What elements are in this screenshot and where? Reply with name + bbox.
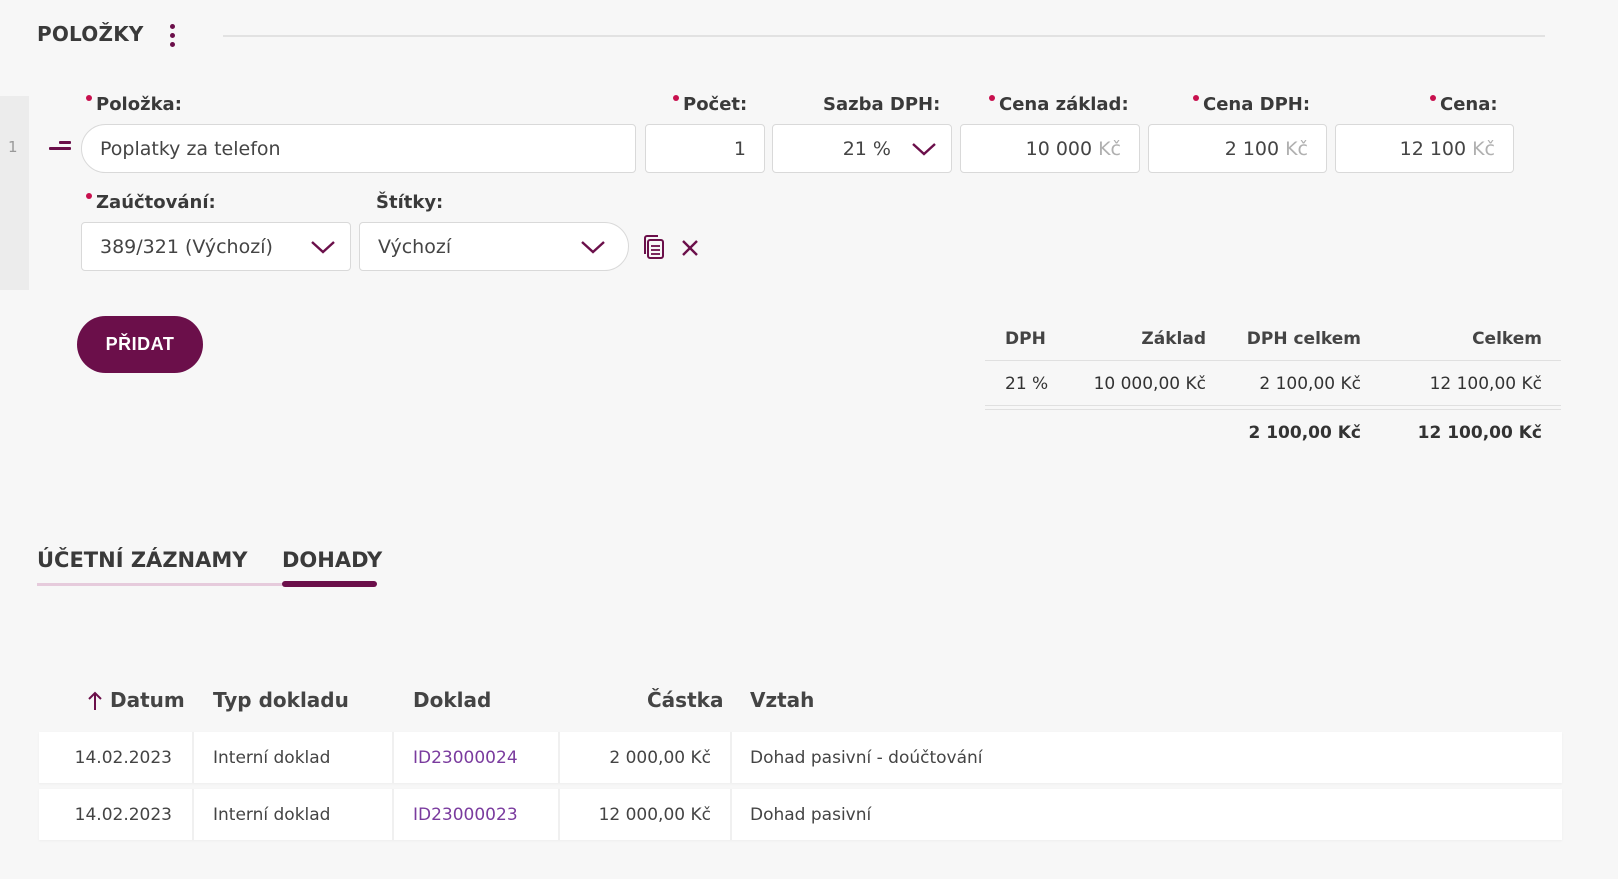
arrow-up-icon bbox=[88, 691, 102, 710]
column-header-document[interactable]: Doklad bbox=[413, 688, 491, 712]
chevron-down-icon bbox=[311, 240, 335, 254]
count-value: 1 bbox=[733, 137, 746, 160]
document-link[interactable]: ID23000024 bbox=[394, 732, 560, 783]
doc-type-cell: Interní doklad bbox=[194, 732, 394, 783]
vat-price-value: 2 100 bbox=[1224, 137, 1280, 160]
date-cell: 14.02.2023 bbox=[39, 789, 194, 840]
base-price-input[interactable]: 10 000 Kč bbox=[960, 124, 1140, 173]
vat-rate-label: Sazba DPH: bbox=[823, 94, 941, 115]
tags-label: Štítky: bbox=[376, 192, 444, 213]
document-link[interactable]: ID23000023 bbox=[394, 789, 560, 840]
column-header-date[interactable]: Datum bbox=[110, 688, 185, 712]
chevron-down-icon bbox=[581, 240, 605, 254]
accounting-value: 389/321 (Výchozí) bbox=[100, 235, 273, 258]
tab-accruals[interactable]: DOHADY bbox=[282, 548, 382, 572]
currency-label: Kč bbox=[1098, 137, 1121, 160]
vat-price-input[interactable]: 2 100 Kč bbox=[1148, 124, 1327, 173]
vat-rate-value: 21 % bbox=[842, 137, 891, 160]
amount-cell: 2 000,00 Kč bbox=[560, 732, 732, 783]
add-item-button[interactable]: PŘIDAT bbox=[77, 316, 203, 373]
vat-total-cell: 2 100,00 Kč bbox=[1259, 374, 1361, 394]
column-header-relation[interactable]: Vztah bbox=[750, 688, 814, 712]
doc-type-cell: Interní doklad bbox=[194, 789, 394, 840]
tab-track bbox=[37, 583, 283, 586]
chevron-down-icon bbox=[912, 142, 936, 156]
vat-header: DPH bbox=[1005, 329, 1046, 349]
table-row[interactable]: 14.02.2023 Interní doklad ID23000024 2 0… bbox=[39, 732, 1562, 783]
vat-grand-total: 2 100,00 Kč bbox=[1248, 423, 1361, 443]
item-label: Položka: bbox=[86, 94, 182, 115]
accounting-label: Zaúčtování: bbox=[86, 192, 216, 213]
row-gutter bbox=[0, 96, 29, 290]
more-vertical-icon[interactable] bbox=[165, 24, 179, 50]
copy-icon[interactable] bbox=[641, 233, 667, 261]
vat-price-label: Cena DPH: bbox=[1193, 94, 1310, 115]
currency-label: Kč bbox=[1285, 137, 1308, 160]
vat-summary-totals: 2 100,00 Kč 12 100,00 Kč bbox=[985, 410, 1561, 454]
row-number: 1 bbox=[8, 138, 18, 156]
close-icon[interactable] bbox=[680, 238, 700, 258]
vat-rate-select[interactable]: 21 % bbox=[772, 124, 952, 173]
price-label: Cena: bbox=[1430, 94, 1498, 115]
drag-handle-icon[interactable] bbox=[49, 141, 71, 157]
base-cell: 10 000,00 Kč bbox=[1093, 374, 1206, 394]
vat-summary-header: DPH Základ DPH celkem Celkem bbox=[985, 316, 1561, 360]
base-price-value: 10 000 bbox=[1025, 137, 1093, 160]
count-input[interactable]: 1 bbox=[645, 124, 765, 173]
total-cell: 12 100,00 Kč bbox=[1429, 374, 1542, 394]
total-header: Celkem bbox=[1472, 329, 1542, 349]
currency-label: Kč bbox=[1472, 137, 1495, 160]
column-header-doc-type[interactable]: Typ dokladu bbox=[213, 688, 349, 712]
price-value: 12 100 bbox=[1399, 137, 1467, 160]
relation-cell: Dohad pasivní bbox=[750, 804, 872, 825]
amount-cell: 12 000,00 Kč bbox=[560, 789, 732, 840]
relation-cell: Dohad pasivní - doúčtování bbox=[750, 747, 983, 768]
base-header: Základ bbox=[1141, 329, 1206, 349]
section-divider bbox=[223, 35, 1545, 37]
tab-accounting-records[interactable]: ÚČETNÍ ZÁZNAMY bbox=[37, 548, 247, 572]
vat-summary: DPH Základ DPH celkem Celkem 21 % 10 000… bbox=[985, 316, 1561, 454]
table-row[interactable]: 14.02.2023 Interní doklad ID23000023 12 … bbox=[39, 789, 1562, 840]
price-input[interactable]: 12 100 Kč bbox=[1335, 124, 1514, 173]
item-name-input[interactable]: Poplatky za telefon bbox=[81, 124, 636, 173]
count-label: Počet: bbox=[673, 94, 747, 115]
vat-total-header: DPH celkem bbox=[1246, 329, 1361, 349]
vat-summary-row: 21 % 10 000,00 Kč 2 100,00 Kč 12 100,00 … bbox=[985, 361, 1561, 405]
column-header-amount[interactable]: Částka bbox=[647, 688, 723, 712]
grand-total: 12 100,00 Kč bbox=[1417, 423, 1542, 443]
section-title: POLOŽKY bbox=[37, 22, 144, 46]
tags-select[interactable]: Výchozí bbox=[359, 222, 629, 271]
vat-rate-cell: 21 % bbox=[1005, 374, 1049, 394]
accounting-select[interactable]: 389/321 (Výchozí) bbox=[81, 222, 351, 271]
tab-active-indicator bbox=[282, 581, 377, 587]
tags-value: Výchozí bbox=[378, 235, 452, 258]
item-name-value: Poplatky za telefon bbox=[100, 137, 281, 160]
date-cell: 14.02.2023 bbox=[39, 732, 194, 783]
base-price-label: Cena základ: bbox=[989, 94, 1129, 115]
